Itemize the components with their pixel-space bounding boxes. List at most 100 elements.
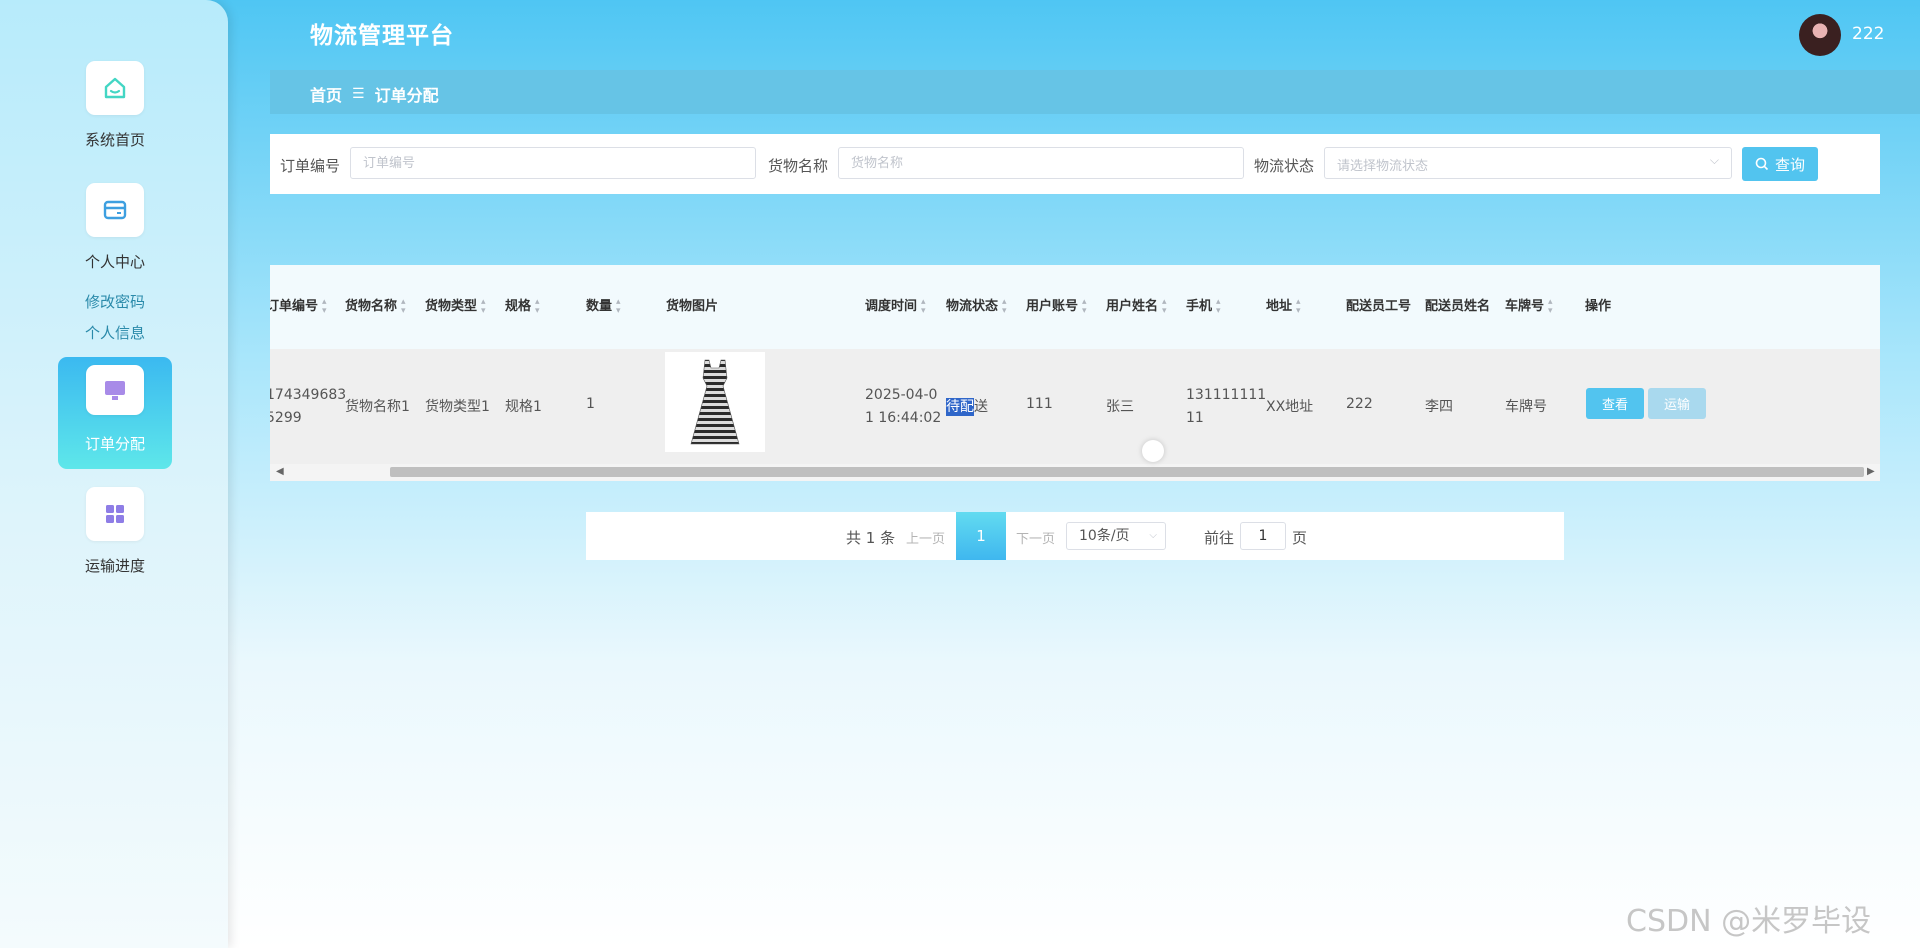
sort-icon: ▴ ▾ (1002, 296, 1007, 316)
monitor-icon (86, 365, 144, 415)
watermark: CSDN @米罗毕设 (1626, 904, 1872, 939)
horizontal-scrollbar[interactable]: ◀ ▶ (270, 464, 1880, 481)
cell-qty: 1 (586, 396, 595, 412)
prev-page-button[interactable]: 上一页 (906, 528, 945, 547)
th-image: 货物图片 (666, 299, 719, 314)
cell-plate: 车牌号 (1505, 399, 1547, 415)
cell-courier-name: 李四 (1425, 399, 1453, 415)
cell-address: XX地址 (1266, 399, 1314, 415)
sidebar-item-label: 系统首页 (84, 131, 145, 149)
scroll-left-icon[interactable]: ◀ (276, 466, 284, 477)
th-order-no[interactable]: 订单编号 ▴ ▾ (270, 295, 327, 316)
view-button[interactable]: 查看 (1586, 388, 1644, 419)
status-select[interactable]: 请选择物流状态 ⌵ (1324, 147, 1732, 179)
th-phone[interactable]: 手机 ▴ ▾ (1186, 295, 1221, 316)
sidebar-item-label: 运输进度 (84, 557, 145, 575)
sidebar-item-order-assign[interactable]: 订单分配 (58, 357, 172, 469)
scroll-right-icon[interactable]: ▶ (1867, 466, 1875, 477)
sort-icon: ▴ ▾ (1082, 296, 1087, 316)
sidebar-sub-change-password[interactable]: 修改密码 (85, 291, 145, 312)
goto-label: 前往 (1204, 529, 1235, 547)
th-plate[interactable]: 车牌号 ▴ ▾ (1505, 295, 1553, 316)
sidebar-item-label: 订单分配 (84, 435, 145, 453)
th-user-name[interactable]: 用户姓名 ▴ ▾ (1106, 295, 1167, 316)
home-icon (86, 61, 144, 115)
status-select-placeholder: 请选择物流状态 (1337, 159, 1429, 174)
th-goods-type[interactable]: 货物类型 ▴ ▾ (425, 295, 486, 316)
goods-name-label: 货物名称 (768, 157, 829, 175)
cell-account: 111 (1026, 396, 1053, 412)
sidebar-item-profile[interactable]: 个人中心 (58, 183, 172, 272)
th-actions: 操作 (1585, 299, 1612, 314)
breadcrumb: 首页 ☰ 订单分配 (310, 82, 439, 106)
th-goods-name[interactable]: 货物名称 ▴ ▾ (345, 295, 406, 316)
order-no-label: 订单编号 (280, 157, 341, 175)
order-no-input[interactable] (350, 147, 756, 179)
th-courier-name: 配送员姓名 (1425, 299, 1491, 314)
th-address[interactable]: 地址 ▴ ▾ (1266, 295, 1301, 316)
th-qty[interactable]: 数量 ▴ ▾ (586, 295, 621, 316)
query-button-label: 查询 (1774, 155, 1805, 174)
sort-icon: ▴ ▾ (1548, 296, 1553, 316)
user-name[interactable]: 222 (1852, 24, 1884, 44)
cell-goods-name: 货物名称1 (345, 399, 410, 415)
card-icon (86, 183, 144, 237)
th-account[interactable]: 用户账号 ▴ ▾ (1026, 295, 1087, 316)
sort-icon: ▴ ▾ (401, 296, 406, 316)
transport-button[interactable]: 运输 (1648, 388, 1706, 419)
sidebar: 系统首页 个人中心 修改密码 个人信息 订单分配 运输进度 (0, 0, 228, 948)
goto-page-input[interactable] (1240, 522, 1286, 550)
table-header: 订单编号 ▴ ▾ 货物名称 ▴ ▾ 货物类型 ▴ ▾ 规格 ▴ ▾ 数量 ▴ ▾ 货物图片 调度时间… (270, 265, 1880, 349)
search-icon (1755, 157, 1769, 171)
breadcrumb-home[interactable]: 首页 (310, 82, 342, 106)
page-size-select[interactable]: 10条/页 ⌵ (1066, 522, 1166, 550)
avatar[interactable] (1799, 14, 1841, 56)
scrollbar-thumb[interactable] (390, 467, 1864, 477)
sidebar-sub-profile-info[interactable]: 个人信息 (85, 322, 145, 343)
order-table: 订单编号 ▴ ▾ 货物名称 ▴ ▾ 货物类型 ▴ ▾ 规格 ▴ ▾ 数量 ▴ ▾ 货物图片 调度时间… (270, 265, 1880, 481)
chevron-down-icon: ⌵ (1709, 153, 1719, 167)
query-button[interactable]: 查询 (1742, 147, 1818, 181)
cell-dispatch-time: 2025-04-0 1 16:44:02 (865, 387, 942, 426)
breadcrumb-current: 订单分配 (374, 86, 439, 105)
table-row: 174349683 5299 货物名称1 货物类型1 规格1 1 2025-04-… (270, 349, 1880, 464)
cell-spec: 规格1 (505, 399, 542, 415)
th-spec[interactable]: 规格 ▴ ▾ (505, 295, 540, 316)
sort-icon: ▴ ▾ (921, 296, 926, 316)
cell-courier-no: 222 (1346, 396, 1373, 412)
goods-name-input[interactable] (838, 147, 1244, 179)
sidebar-item-home[interactable]: 系统首页 (58, 61, 172, 150)
cell-goods-type: 货物类型1 (425, 399, 490, 415)
menu-icon: ☰ (352, 86, 365, 102)
next-page-button[interactable]: 下一页 (1016, 528, 1055, 547)
pagination-total: 共 1 条 (846, 529, 896, 547)
th-dispatch-time[interactable]: 调度时间 ▴ ▾ (865, 295, 926, 316)
cell-user-name: 张三 (1106, 399, 1134, 415)
sort-icon: ▴ ▾ (1216, 296, 1221, 316)
page-1-button[interactable]: 1 (956, 512, 1006, 560)
sort-icon: ▴ ▾ (1162, 296, 1167, 316)
sort-icon: ▴ ▾ (616, 296, 621, 316)
goto-unit: 页 (1292, 529, 1308, 547)
status-label: 物流状态 (1254, 157, 1315, 175)
sidebar-item-transport-progress[interactable]: 运输进度 (58, 487, 172, 576)
grid-icon (86, 487, 144, 541)
sort-icon: ▴ ▾ (1296, 296, 1301, 316)
sidebar-item-label: 个人中心 (84, 253, 145, 271)
cell-phone: 131111111 11 (1186, 387, 1267, 426)
sort-icon: ▴ ▾ (322, 296, 327, 316)
th-courier-no: 配送员工号 (1346, 299, 1412, 314)
cell-status: 待配送 (946, 398, 988, 416)
floating-widget-icon[interactable] (1142, 440, 1164, 462)
dress-image (690, 359, 740, 445)
search-bar: 订单编号 货物名称 物流状态 请选择物流状态 ⌵ 查询 (270, 134, 1880, 194)
app-title: 物流管理平台 (310, 23, 454, 49)
status-highlight: 待配 (946, 398, 974, 416)
breadcrumb-bar: 首页 ☰ 订单分配 (270, 70, 1920, 114)
page-size-value: 10条/页 (1079, 528, 1130, 544)
chevron-down-icon: ⌵ (1149, 530, 1157, 541)
sort-icon: ▴ ▾ (535, 296, 540, 316)
goods-image[interactable] (665, 352, 765, 452)
pagination: 共 1 条 上一页 1 下一页 10条/页 ⌵ 前往 页 (586, 512, 1564, 560)
th-status[interactable]: 物流状态 ▴ ▾ (946, 295, 1007, 316)
